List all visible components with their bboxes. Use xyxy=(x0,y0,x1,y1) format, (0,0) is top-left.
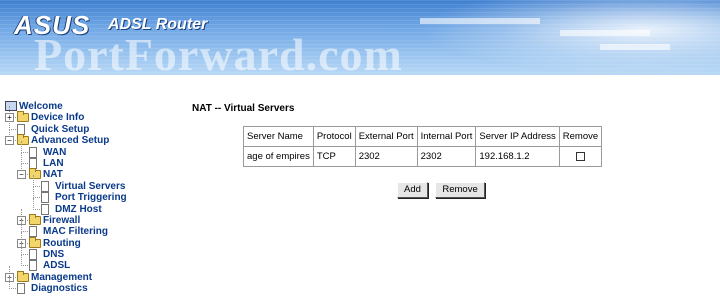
sidebar-item-label: DMZ Host xyxy=(55,203,102,215)
sidebar-item-diagnostics[interactable]: Diagnostics xyxy=(4,277,184,295)
remove-button[interactable]: Remove xyxy=(435,182,485,198)
tree-connector xyxy=(9,128,16,130)
document-icon xyxy=(41,192,49,204)
header-banner: PortForward.com ASUS ADSL Router xyxy=(0,0,720,75)
column-header: Server IP Address xyxy=(475,126,560,147)
sidebar-item-nat[interactable]: − NAT xyxy=(4,163,184,181)
sidebar-item-virtual-servers[interactable]: Virtual Servers xyxy=(4,174,184,192)
sidebar-item-label: DNS xyxy=(43,249,65,261)
tree-connector xyxy=(9,277,10,290)
sidebar-item-label: Port Triggering xyxy=(55,192,127,204)
protocol-cell: TCP xyxy=(312,146,356,167)
tree-connector xyxy=(21,151,22,164)
action-buttons: Add Remove xyxy=(397,179,488,198)
sidebar-item-firewall[interactable]: + Firewall xyxy=(4,208,184,226)
sidebar-item-label: Routing xyxy=(43,237,81,249)
sidebar-item-welcome[interactable]: Welcome xyxy=(4,101,184,112)
banner-decoration xyxy=(420,18,540,24)
sidebar-item-device-info[interactable]: + Device Info xyxy=(4,106,184,124)
tree-connector xyxy=(21,254,22,267)
sidebar-item-quick-setup[interactable]: Quick Setup xyxy=(4,117,184,135)
column-header: Remove xyxy=(558,126,603,147)
sidebar-item-label: Device Info xyxy=(31,112,85,124)
table-header-row: Server Name Protocol External Port Inter… xyxy=(243,126,603,147)
sidebar-item-label: Advanced Setup xyxy=(31,135,110,147)
sidebar-item-label: Firewall xyxy=(43,214,81,226)
computer-icon xyxy=(5,101,17,111)
sidebar-item-label: WAN xyxy=(43,146,67,158)
external-port-cell: 2302 xyxy=(354,146,418,167)
sidebar-item-port-triggering[interactable]: Port Triggering xyxy=(4,186,184,204)
sidebar-item-label: MAC Filtering xyxy=(43,226,108,238)
column-header: Server Name xyxy=(243,126,314,147)
document-icon xyxy=(29,157,37,169)
sidebar-item-label: Welcome xyxy=(19,101,63,112)
brand-logo: ASUS xyxy=(14,10,91,40)
tree-connector xyxy=(21,162,28,164)
tree-connector xyxy=(33,174,34,187)
page-title: NAT -- Virtual Servers xyxy=(192,103,295,114)
tree-connector xyxy=(9,288,16,290)
folder-icon xyxy=(29,213,41,225)
document-icon xyxy=(29,249,37,261)
sidebar-item-label: Virtual Servers xyxy=(55,180,126,192)
document-icon xyxy=(17,123,25,135)
collapse-icon[interactable]: − xyxy=(5,136,14,146)
folder-icon xyxy=(17,270,29,282)
sidebar-item-dns[interactable]: DNS xyxy=(4,243,184,261)
document-icon xyxy=(41,180,49,192)
remove-cell xyxy=(558,146,603,167)
sidebar-item-label: Quick Setup xyxy=(31,123,90,135)
tree-connector xyxy=(21,220,22,233)
folder-icon xyxy=(17,134,29,146)
tree-connector xyxy=(33,197,34,210)
server-name-cell: age of empires xyxy=(243,146,314,167)
product-name: ADSL Router xyxy=(108,16,208,33)
navigation-tree: Welcome + Device Info Quick Setup − Advanced … xyxy=(4,101,184,295)
add-button[interactable]: Add xyxy=(397,182,428,198)
tree-connector xyxy=(33,186,34,199)
sidebar-item-label: Management xyxy=(31,271,93,283)
sidebar-item-label: LAN xyxy=(43,157,64,169)
sidebar-item-advanced-setup[interactable]: − Advanced Setup xyxy=(4,129,184,147)
document-icon xyxy=(17,283,25,295)
sidebar-item-routing[interactable]: + Routing xyxy=(4,231,184,249)
document-icon xyxy=(29,226,37,238)
table-row: age of empires TCP 2302 2302 192.168.1.2 xyxy=(243,146,603,167)
tree-connector xyxy=(21,254,28,256)
collapse-icon[interactable]: − xyxy=(17,170,26,180)
column-header: Protocol xyxy=(312,126,356,147)
tree-connector xyxy=(21,231,28,233)
tree-connector xyxy=(33,197,40,199)
sidebar-item-adsl[interactable]: ADSL xyxy=(4,254,184,272)
document-icon xyxy=(41,203,49,215)
banner-decoration xyxy=(600,44,670,50)
sidebar-item-label: NAT xyxy=(43,169,63,181)
tree-connector xyxy=(33,208,40,210)
remove-checkbox[interactable] xyxy=(575,151,585,161)
internal-port-cell: 2302 xyxy=(416,146,477,167)
virtual-servers-table: Server Name Protocol External Port Inter… xyxy=(243,126,603,167)
sidebar-item-wan[interactable]: WAN xyxy=(4,140,184,158)
document-icon xyxy=(29,146,37,158)
column-header: External Port xyxy=(354,126,418,147)
folder-icon xyxy=(29,236,41,248)
sidebar-item-label: Diagnostics xyxy=(31,283,88,295)
tree-connector xyxy=(9,117,10,130)
banner-decoration xyxy=(560,30,650,36)
tree-connector xyxy=(21,265,28,267)
tree-connector xyxy=(21,243,22,256)
column-header: Internal Port xyxy=(416,126,477,147)
sidebar-item-management[interactable]: + Management xyxy=(4,265,184,283)
tree-connector xyxy=(21,140,22,153)
folder-icon xyxy=(17,111,29,123)
sidebar-item-label: ADSL xyxy=(43,260,71,272)
document-icon xyxy=(29,260,37,272)
server-ip-cell: 192.168.1.2 xyxy=(475,146,560,167)
tree-connector xyxy=(21,151,28,153)
tree-connector xyxy=(33,185,40,187)
banner-glow xyxy=(420,0,720,75)
folder-icon xyxy=(29,168,41,180)
